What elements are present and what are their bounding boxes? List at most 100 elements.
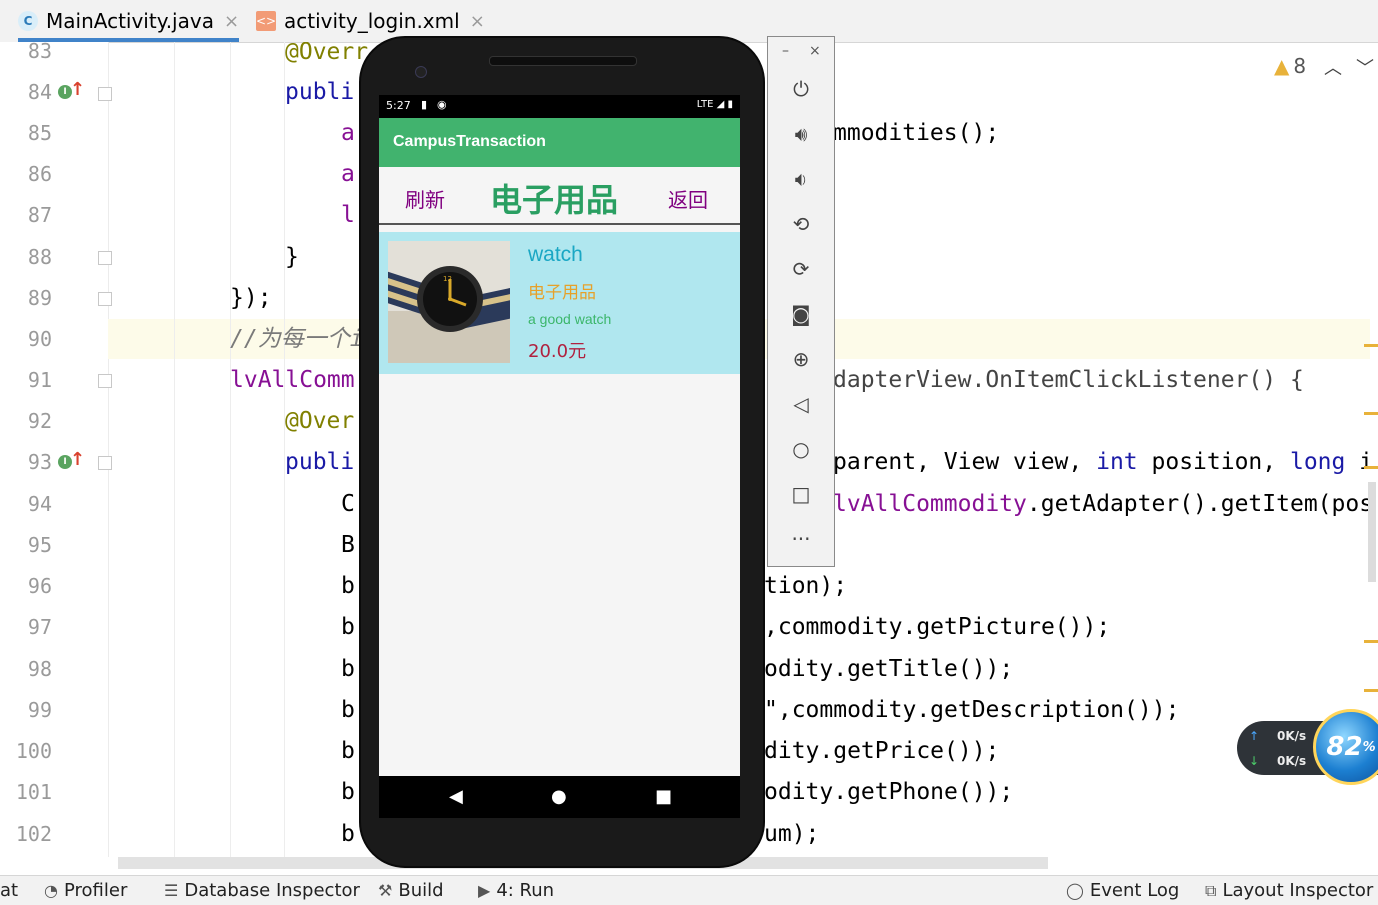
line-number: 100 — [15, 739, 52, 763]
line-number: 88 — [27, 245, 52, 269]
power-icon[interactable]: ⏻ — [787, 75, 815, 103]
line-number: 85 — [27, 121, 52, 145]
code-line-91-a: lvAllComm — [230, 367, 355, 393]
tool-window-label: Build — [398, 880, 444, 901]
tab-main-activity[interactable]: C MainActivity.java × — [18, 0, 240, 42]
code-line-99-a: b — [341, 697, 355, 723]
tool-window-label: 4: Run — [496, 880, 555, 901]
volume-down-icon[interactable]: 🔉︎ — [787, 165, 815, 193]
event-log-icon: ◯ — [1066, 881, 1084, 900]
tool-window-run[interactable]: ▶ 4: Run — [478, 876, 554, 905]
java-class-icon: C — [18, 11, 38, 31]
inspection-warnings[interactable]: ▲ 8 — [1274, 54, 1306, 78]
upload-speed: 0K/s — [1277, 729, 1307, 743]
tool-window-cut[interactable]: at — [0, 876, 18, 905]
previous-highlight-icon[interactable]: ︿ — [1324, 54, 1342, 80]
sync-icon: ◉ — [437, 98, 447, 111]
tool-window-database[interactable]: ☰ Database Inspector — [164, 876, 360, 905]
tool-window-label: Layout Inspector — [1222, 880, 1374, 901]
code-line-97-b: ,commodity.getPicture()); — [764, 614, 1111, 640]
android-nav-bar: ◀ ● ■ — [379, 776, 740, 818]
rotate-left-icon[interactable]: ⟲ — [787, 210, 815, 238]
refresh-button[interactable]: 刷新 — [405, 184, 445, 213]
warning-mark[interactable] — [1364, 640, 1378, 643]
line-number: 90 — [27, 327, 52, 351]
warning-icon: ▲ — [1274, 54, 1290, 78]
code-line-90: //为每一个i — [230, 326, 364, 352]
code-line-97-a: b — [341, 614, 355, 640]
nav-recents-icon[interactable]: ■ — [655, 786, 672, 807]
nav-back-icon[interactable]: ◀ — [449, 786, 463, 807]
line-number: 83 — [27, 39, 52, 63]
code-line-100-b: dity.getPrice()); — [764, 738, 1000, 764]
close-tab-icon[interactable]: × — [470, 11, 485, 32]
tab-label: activity_login.xml — [284, 9, 460, 33]
profiler-icon: ◔ — [44, 881, 58, 900]
code-line-95: B — [341, 532, 355, 558]
warning-mark[interactable] — [1364, 689, 1378, 692]
line-number: 84 — [27, 80, 52, 104]
back-button[interactable]: 返回 — [668, 184, 708, 213]
code-line-98-a: b — [341, 656, 355, 682]
line-number: 96 — [27, 574, 52, 598]
vertical-scrollbar[interactable] — [1368, 482, 1376, 582]
next-highlight-icon[interactable]: ﹀ — [1356, 54, 1374, 80]
tool-window-build[interactable]: ⚒ Build — [378, 876, 444, 905]
code-line-91-b: dapterView.OnItemClickListener() { — [833, 367, 1304, 393]
code-line-94-b: lvAllCommodity.getAdapter().getItem(posi — [833, 484, 1370, 524]
network-type: LTE — [696, 99, 714, 110]
commodity-list-item[interactable]: 12 watch 电子用品 a good watch 20.0元 — [379, 232, 740, 374]
category-header: 刷新 电子用品 返回 — [379, 167, 740, 225]
line-number: 92 — [27, 409, 52, 433]
code-line-87: l — [341, 202, 355, 228]
warning-mark[interactable] — [1364, 344, 1378, 347]
warning-mark[interactable] — [1364, 412, 1378, 415]
volume-up-icon[interactable]: 🔊︎ — [787, 120, 815, 148]
nav-home-icon[interactable]: ● — [551, 786, 567, 807]
line-number: 87 — [27, 203, 52, 227]
tool-window-layout-inspector[interactable]: ⧉ Layout Inspector — [1205, 876, 1373, 905]
emulator-toolbar: – × ⏻ 🔊︎ 🔉︎ ⟲ ⟳ ◙ ⊕ ◁ ○ □ ··· — [767, 36, 835, 567]
warning-count: 8 — [1293, 54, 1307, 78]
run-icon: ▶ — [478, 881, 491, 900]
status-bar: 5:27 ▮ ◉ LTE ◢ ▮ — [379, 95, 740, 118]
line-number: 98 — [27, 657, 52, 681]
line-number: 101 — [15, 780, 52, 804]
network-speed-widget[interactable]: ↑ 0K/s ↓ 0K/s 82% — [1237, 709, 1378, 785]
tool-window-label: Event Log — [1089, 880, 1180, 901]
front-camera — [415, 66, 427, 78]
camera-icon[interactable]: ◙ — [787, 300, 815, 328]
app-title: CampusTransaction — [393, 133, 546, 150]
override-method-icon[interactable]: I ↑ — [58, 79, 85, 103]
rotate-right-icon[interactable]: ⟳ — [787, 255, 815, 283]
back-icon[interactable]: ◁ — [787, 390, 815, 418]
close-tab-icon[interactable]: × — [224, 11, 239, 32]
upload-arrow-icon: ↑ — [1249, 729, 1260, 743]
warning-mark[interactable] — [1364, 466, 1378, 469]
zoom-icon[interactable]: ⊕ — [787, 345, 815, 373]
indent-guide — [230, 42, 231, 857]
more-icon[interactable]: ··· — [787, 525, 815, 553]
code-token: i — [1359, 449, 1370, 475]
device-screen[interactable]: 5:27 ▮ ◉ LTE ◢ ▮ CampusTransaction 刷新 电子… — [379, 95, 740, 776]
close-button[interactable]: × — [809, 43, 821, 59]
code-token: lvAllCommodity — [833, 491, 1027, 517]
code-line-83: @Overr — [285, 42, 369, 65]
minimize-button[interactable]: – — [782, 43, 789, 59]
code-token: int — [1096, 449, 1138, 475]
memory-usage-ball[interactable]: 82% — [1313, 709, 1378, 785]
tool-window-event-log[interactable]: ◯ Event Log — [1066, 876, 1179, 905]
indent-guide — [174, 42, 175, 857]
code-line-100-a: b — [341, 738, 355, 764]
commodity-price: 20.0元 — [528, 341, 587, 362]
override-method-icon[interactable]: I ↑ — [58, 449, 85, 473]
emulator-device-frame: 5:27 ▮ ◉ LTE ◢ ▮ CampusTransaction 刷新 电子… — [359, 36, 765, 868]
tool-window-profiler[interactable]: ◔ Profiler — [44, 876, 127, 905]
home-icon[interactable]: ○ — [787, 435, 815, 463]
line-number: 99 — [27, 698, 52, 722]
overview-icon[interactable]: □ — [787, 480, 815, 508]
editor-gutter[interactable]: 83 84 85 86 87 88 89 90 91 92 93 94 95 9… — [0, 39, 112, 857]
app-bar: CampusTransaction — [379, 118, 740, 167]
memory-percent: 82 — [1326, 732, 1363, 762]
code-line-102-b: um); — [764, 821, 820, 847]
